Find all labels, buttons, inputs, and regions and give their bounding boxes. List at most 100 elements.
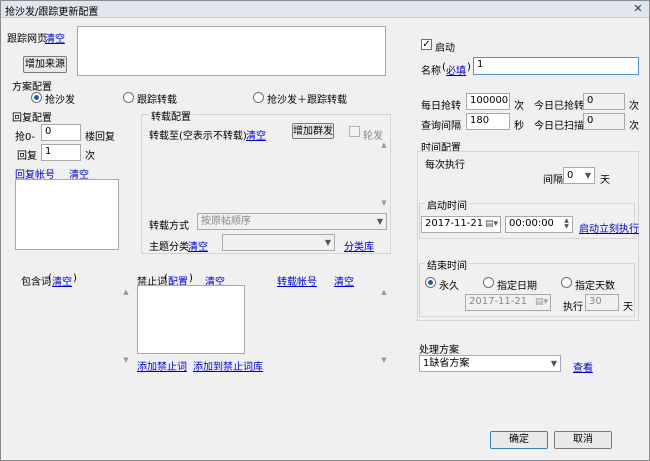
end-radio-days[interactable] [561,277,572,288]
interval-label: 间隔 [543,175,563,186]
add-to-ban-library-link[interactable]: 添加到禁止词库 [193,358,263,373]
chevron-down-icon: ▼ [550,359,557,368]
interval-unit: 天 [600,175,610,186]
config-window: 抢沙发/跟踪更新配置 ✕ 跟踪网页 清空 增加来源 方案配置 抢沙发 跟踪转载 … [0,0,650,461]
repost-account-link[interactable]: 转载帐号 [277,273,317,288]
scheme-option-grab: 抢沙发 [45,95,75,106]
track-webpage-label: 跟踪网页 [7,34,47,45]
chevron-down-icon: ▼ [376,217,383,226]
end-option-days: 指定天数 [575,281,615,292]
daily-grab-input[interactable]: 100000 [466,93,510,110]
interval-select[interactable]: 0 ▼ [563,167,595,184]
repost-account-clear-link[interactable]: 清空 [334,273,354,288]
query-interval-input[interactable]: 180 [466,113,510,130]
start-time-value: 00:00:00 [509,218,554,229]
topic-category-select[interactable]: ▼ [222,234,335,251]
scroll-up-icon[interactable]: ▲ [122,288,130,296]
scheme-option-both: 抢沙发＋跟踪转载 [267,95,347,106]
scheme-radio-grab[interactable] [31,92,42,103]
repost-to-label: 转载至(空表示不转载) [149,131,247,142]
process-scheme-value: 1缺省方案 [423,358,470,369]
every-exec-label: 每次执行 [425,160,465,171]
query-interval-unit: 秒 [514,121,524,132]
end-option-date: 指定日期 [497,281,537,292]
calendar-icon[interactable]: ▤▾ [485,217,498,231]
grab-floor-input[interactable]: 0 [41,124,81,141]
start-now-link[interactable]: 启动立刻执行 [579,220,639,235]
query-interval-label: 查询间隔 [421,121,461,132]
repost-account-scrollbar[interactable]: ▲ ▼ [380,288,388,364]
today-grabbed-label: 今日已抢转 [534,101,584,112]
scroll-down-icon[interactable]: ▼ [380,356,388,364]
repost-list-scrollbar[interactable]: ▲ ▼ [380,141,388,207]
process-view-link[interactable]: 查看 [573,359,593,374]
start-time-title: 启动时间 [425,197,469,212]
reply-count-input[interactable]: 1 [41,144,81,161]
end-radio-date[interactable] [483,277,494,288]
name-input[interactable]: 1 [473,57,639,75]
scheme-radio-track[interactable] [123,92,134,103]
scroll-down-icon[interactable]: ▼ [122,356,130,364]
ok-button[interactable]: 确定 [490,431,548,449]
scheme-option-track: 跟踪转载 [137,95,177,106]
enable-checkbox[interactable]: ✓ [421,39,432,50]
add-ban-word-link[interactable]: 添加禁止词 [137,358,187,373]
add-mass-post-button[interactable]: 增加群发 [292,123,334,139]
add-source-button[interactable]: 增加来源 [23,56,67,73]
scroll-down-icon[interactable]: ▼ [380,199,388,207]
enable-label: 启动 [435,43,455,54]
ban-words-list[interactable] [137,285,245,354]
track-webpage-textarea[interactable] [77,26,386,76]
title-bar: 抢沙发/跟踪更新配置 ✕ [1,1,649,18]
repost-clear-link[interactable]: 清空 [246,127,266,142]
reply-count-suffix: 次 [85,151,95,162]
interval-value: 0 [567,170,574,181]
window-title: 抢沙发/跟踪更新配置 [5,7,99,18]
exec-days-label: 执行 [563,302,583,313]
today-scanned-unit: 次 [629,121,639,132]
daily-grab-unit: 次 [514,101,524,112]
exec-days-unit: 天 [623,302,633,313]
repost-mode-select[interactable]: 按原帖顺序 ▼ [197,213,387,230]
today-grabbed-value: 0 [583,93,625,110]
scroll-up-icon[interactable]: ▲ [380,288,388,296]
mass-post-checkbox[interactable] [349,126,360,137]
end-date-value: 2017-11-21 [469,296,528,307]
name-paren-close: ) [467,62,471,73]
daily-grab-label: 每日抢转 [421,101,461,112]
topic-clear-link[interactable]: 清空 [188,238,208,253]
process-scheme-select[interactable]: 1缺省方案 ▼ [419,355,561,372]
mass-post-label: 轮发 [363,131,383,142]
end-time-title: 结束时间 [425,257,469,272]
calendar-icon[interactable]: ▤▾ [535,295,548,309]
repost-config-title: 转载配置 [149,108,193,123]
name-label: 名称 [421,66,441,77]
end-radio-forever[interactable] [425,277,436,288]
cancel-button[interactable]: 取消 [554,431,612,449]
reply-count-label: 回复 [17,151,37,162]
start-date-picker[interactable]: 2017-11-21 ▤▾ [421,216,501,233]
end-date-picker[interactable]: 2017-11-21 ▤▾ [465,294,551,311]
scheme-radio-both[interactable] [253,92,264,103]
exec-days-input[interactable]: 30 [585,294,619,311]
ban-paren-close: ) [189,273,193,284]
process-scheme-title: 处理方案 [419,345,459,356]
track-clear-link[interactable]: 清空 [45,30,65,45]
close-icon[interactable]: ✕ [631,3,645,15]
category-library-link[interactable]: 分类库 [344,238,374,253]
topic-category-label: 主题分类 [149,242,189,253]
reply-account-list[interactable] [15,179,119,250]
name-required-link[interactable]: 必填 [446,62,466,77]
repost-mode-label: 转载方式 [149,221,189,232]
scroll-up-icon[interactable]: ▲ [380,141,388,149]
include-words-list[interactable] [21,285,121,365]
today-scanned-value: 0 [583,113,625,130]
spinner-icon[interactable]: ▲ ▼ [562,218,571,231]
today-grabbed-unit: 次 [629,101,639,112]
start-time-input[interactable]: 00:00:00 ▲ ▼ [505,216,573,233]
end-option-forever: 永久 [439,281,459,292]
start-date-value: 2017-11-21 [425,218,484,229]
chevron-down-icon: ▼ [584,171,591,180]
grab-floor-prefix: 抢0- [15,132,35,143]
include-list-scrollbar[interactable]: ▲ ▼ [122,288,130,364]
